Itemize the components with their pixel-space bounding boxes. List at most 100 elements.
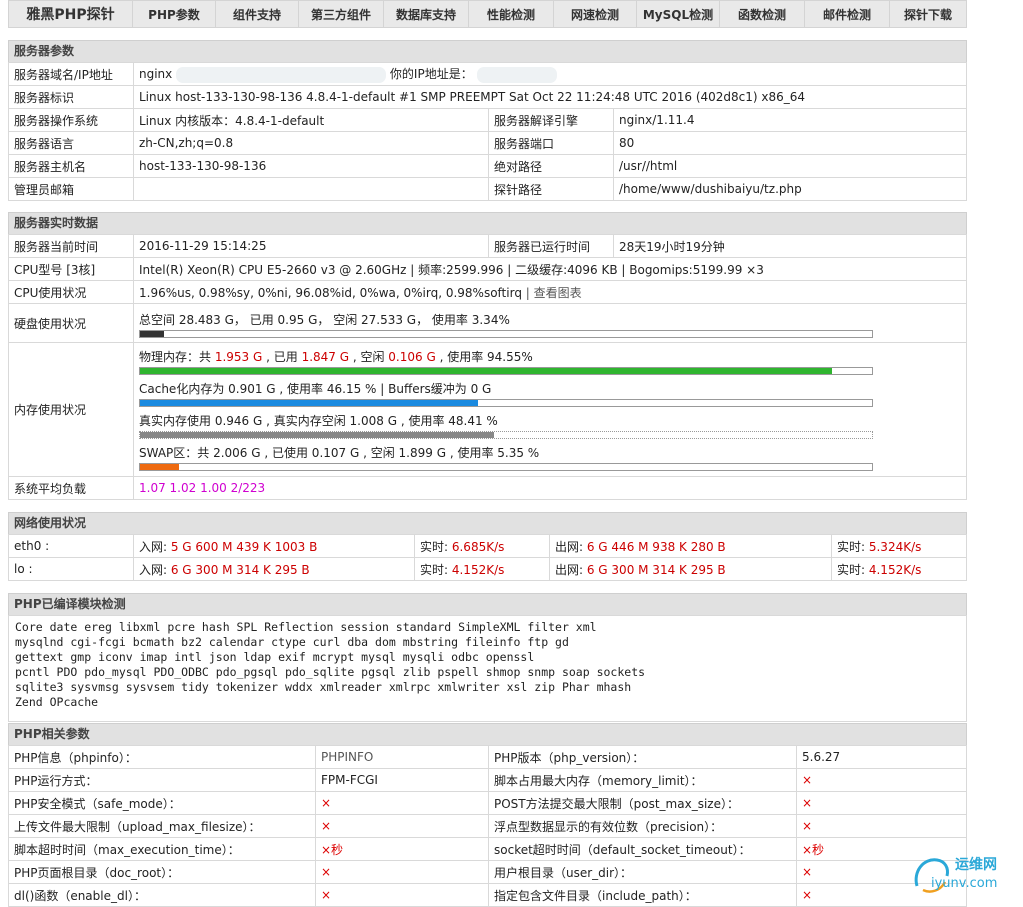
memory-real-bar — [139, 430, 873, 439]
memory-swap-text: SWAP区：共 2.006 G , 已使用 0.107 G , 空闲 1.899… — [139, 445, 540, 460]
label: 服务器解译引擎 — [488, 108, 614, 132]
param-label: 浮点型数据显示的有效位数（precision）： — [488, 814, 797, 838]
param-value: ×秒 — [315, 837, 489, 861]
label: 服务器标识 — [8, 85, 134, 109]
param-label: 上传文件最大限制（upload_max_filesize）： — [8, 814, 316, 838]
label: 内存使用状况 — [8, 342, 134, 477]
disk-progress-bar — [139, 329, 873, 338]
memory-cache-text: Cache化内存为 0.901 G , 使用率 46.15 % | Buffer… — [139, 381, 492, 396]
realtime-in: 实时: 6.685K/s — [414, 534, 550, 558]
param-label: PHP运行方式： — [8, 768, 316, 792]
value: 1.96%us, 0.98%sy, 0%ni, 96.08%id, 0%wa, … — [139, 285, 522, 300]
section-title: 网络使用状况 — [8, 512, 967, 534]
value: Intel(R) Xeon(R) CPU E5-2660 v3 @ 2.60GH… — [133, 257, 967, 281]
param-label: dl()函数（enable_dl）： — [8, 883, 316, 907]
nav-database[interactable]: 数据库支持 — [384, 1, 469, 27]
realtime-out: 实时: 4.152K/s — [831, 557, 967, 581]
nav-functions[interactable]: 函数检测 — [720, 1, 805, 27]
network-row: eth0 : 入网: 5 G 600 M 439 K 1003 B 实时: 6.… — [8, 534, 967, 558]
label: 服务器主机名 — [8, 154, 134, 178]
disk-cell: 总空间 28.483 G， 已用 0.95 G， 空闲 27.533 G， 使用… — [133, 303, 967, 343]
param-value: × — [796, 768, 967, 792]
server-params-table: 服务器域名/IP地址 nginx 你的IP地址是： 服务器标识 Linux ho… — [8, 62, 967, 201]
label: 服务器域名/IP地址 — [8, 62, 134, 86]
nav-performance[interactable]: 性能检测 — [469, 1, 554, 27]
label: 服务器已运行时间 — [488, 234, 614, 258]
param-value: 5.6.27 — [796, 745, 967, 769]
memory-cell: 物理内存：共 1.953 G , 已用 1.847 G , 空闲 0.106 G… — [133, 342, 967, 477]
network-row: lo : 入网: 6 G 300 M 314 K 295 B 实时: 4.152… — [8, 557, 967, 581]
top-nav: 雅黑PHP探针 PHP参数 组件支持 第三方组件 数据库支持 性能检测 网速检测… — [8, 0, 967, 28]
nav-brand[interactable]: 雅黑PHP探针 — [9, 1, 133, 27]
section-title: PHP已编译模块检测 — [8, 593, 967, 615]
value: 28天19小时19分钟 — [613, 234, 967, 258]
modules-section: PHP已编译模块检测 Core date ereg libxml pcre ha… — [8, 593, 967, 722]
interface-name: lo : — [8, 557, 134, 581]
nav-mysql[interactable]: MySQL检测 — [637, 1, 720, 27]
redacted-blur — [476, 66, 557, 83]
param-value: × — [315, 860, 489, 884]
nav-components[interactable]: 组件支持 — [216, 1, 299, 27]
outbound: 出网: 6 G 300 M 314 K 295 B — [549, 557, 832, 581]
param-label: socket超时时间（default_socket_timeout）： — [488, 837, 797, 861]
disk-progress-fill — [140, 330, 165, 337]
label: 服务器端口 — [488, 131, 614, 155]
modules-line: pcntl PDO pdo_mysql PDO_ODBC pdo_pgsql p… — [15, 665, 646, 679]
param-value: × — [315, 791, 489, 815]
label: 管理员邮箱 — [8, 177, 134, 201]
inbound: 入网: 6 G 300 M 314 K 295 B — [133, 557, 415, 581]
param-row: 脚本超时时间（max_execution_time）： ×秒 socket超时时… — [8, 837, 967, 861]
modules-line: Core date ereg libxml pcre hash SPL Refl… — [15, 620, 597, 634]
label: 绝对路径 — [488, 154, 614, 178]
param-row: PHP运行方式： FPM-FCGI 脚本占用最大内存（memory_limit）… — [8, 768, 967, 792]
domain-value: nginx 你的IP地址是： — [133, 62, 967, 86]
modules-line: mysqlnd cgi-fcgi bcmath bz2 calendar cty… — [15, 635, 569, 649]
param-label: PHP版本（php_version）： — [488, 745, 797, 769]
nav-third-party[interactable]: 第三方组件 — [299, 1, 384, 27]
realtime-table: 服务器当前时间 2016-11-29 15:14:25 服务器已运行时间 28天… — [8, 234, 967, 500]
inbound: 入网: 5 G 600 M 439 K 1003 B — [133, 534, 415, 558]
param-row: PHP信息（phpinfo）： PHPINFO PHP版本（php_versio… — [8, 745, 967, 769]
value: /usr//html — [613, 154, 967, 178]
param-value: × — [796, 791, 967, 815]
load-value: 1.07 1.02 1.00 2/223 — [133, 476, 967, 500]
param-row: 上传文件最大限制（upload_max_filesize）： × 浮点型数据显示… — [8, 814, 967, 838]
realtime-section: 服务器实时数据 服务器当前时间 2016-11-29 15:14:25 服务器已… — [8, 212, 967, 500]
nav-download[interactable]: 探针下载 — [890, 1, 966, 27]
modules-list: Core date ereg libxml pcre hash SPL Refl… — [8, 615, 967, 722]
value: Linux host-133-130-98-136 4.8.4-1-defaul… — [133, 85, 967, 109]
memory-physical-text: 物理内存：共 1.953 G , 已用 1.847 G , 空闲 0.106 G… — [139, 349, 533, 364]
memory-cache-bar — [139, 398, 873, 407]
label: CPU型号 [3核] — [8, 257, 134, 281]
value: 80 — [613, 131, 967, 155]
nav-mail[interactable]: 邮件检测 — [805, 1, 890, 27]
param-row: dl()函数（enable_dl）： × 指定包含文件目录（include_pa… — [8, 883, 967, 907]
label: CPU使用状况 — [8, 280, 134, 304]
label: 服务器当前时间 — [8, 234, 134, 258]
view-chart-link[interactable]: 查看图表 — [534, 286, 582, 300]
label: 硬盘使用状况 — [8, 303, 134, 343]
nav-network-speed[interactable]: 网速检测 — [554, 1, 637, 27]
network-table: eth0 : 入网: 5 G 600 M 439 K 1003 B 实时: 6.… — [8, 534, 967, 581]
value: 总空间 28.483 G， 已用 0.95 G， 空闲 27.533 G， 使用… — [139, 312, 510, 327]
realtime-in: 实时: 4.152K/s — [414, 557, 550, 581]
nav-php-params[interactable]: PHP参数 — [133, 1, 216, 27]
value: nginx/1.11.4 — [613, 108, 967, 132]
value: Linux 内核版本：4.8.4-1-default — [133, 108, 489, 132]
param-label: 用户根目录（user_dir）： — [488, 860, 797, 884]
network-section: 网络使用状况 eth0 : 入网: 5 G 600 M 439 K 1003 B… — [8, 512, 967, 581]
value: 2016-11-29 15:14:25 — [133, 234, 489, 258]
section-title: PHP相关参数 — [8, 723, 967, 745]
section-title: 服务器参数 — [8, 40, 967, 62]
modules-line: sqlite3 sysvmsg sysvsem tidy tokenizer w… — [15, 680, 632, 694]
label: 服务器操作系统 — [8, 108, 134, 132]
value: host-133-130-98-136 — [133, 154, 489, 178]
param-label: PHP信息（phpinfo）： — [8, 745, 316, 769]
memory-real-text: 真实内存使用 0.946 G , 真实内存空闲 1.008 G , 使用率 48… — [139, 413, 498, 428]
param-row: PHP安全模式（safe_mode）： × POST方法提交最大限制（post_… — [8, 791, 967, 815]
param-value: × — [315, 814, 489, 838]
phpinfo-link[interactable]: PHPINFO — [315, 745, 489, 769]
server-params-section: 服务器参数 服务器域名/IP地址 nginx 你的IP地址是： 服务器标识 Li… — [8, 40, 967, 201]
param-value: × — [796, 814, 967, 838]
param-label: POST方法提交最大限制（post_max_size）： — [488, 791, 797, 815]
